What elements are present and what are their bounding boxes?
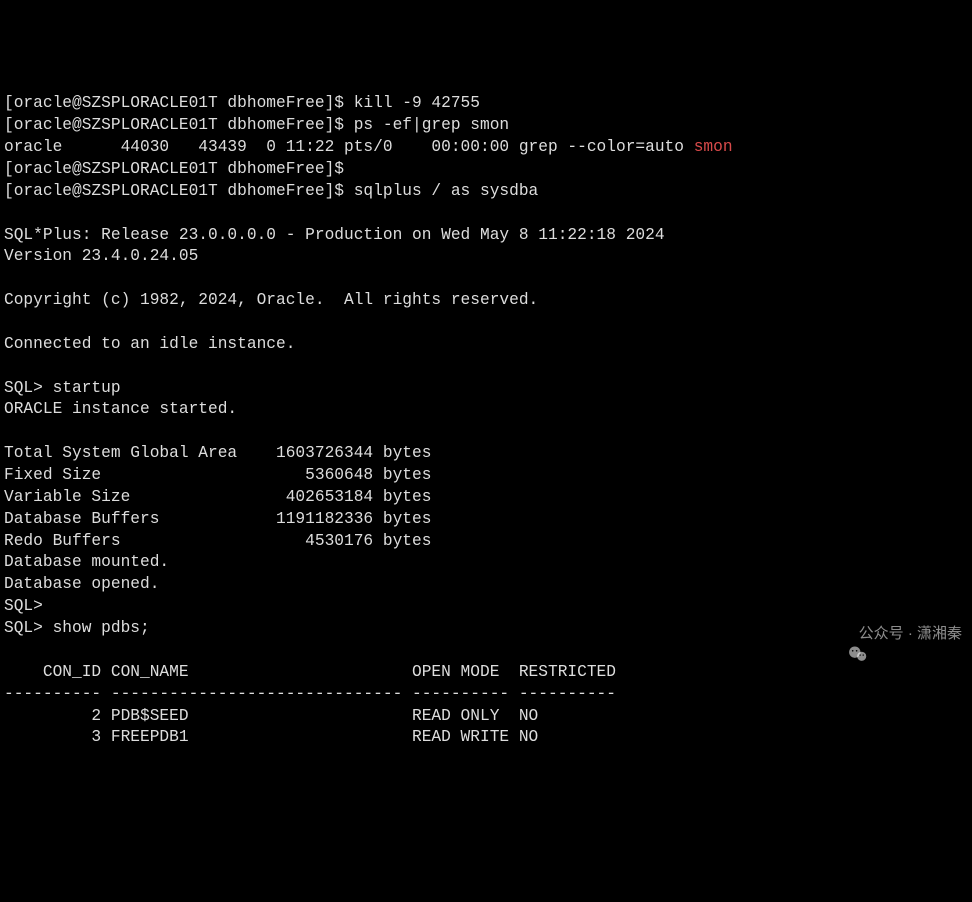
terminal: [oracle@SZSPLORACLE01T dbhomeFree]$ kill… bbox=[4, 93, 968, 749]
watermark: 公众号 · 潇湘秦 bbox=[831, 623, 962, 645]
watermark-text: 公众号 · 潇湘秦 bbox=[859, 624, 962, 644]
wechat-icon bbox=[831, 623, 853, 645]
